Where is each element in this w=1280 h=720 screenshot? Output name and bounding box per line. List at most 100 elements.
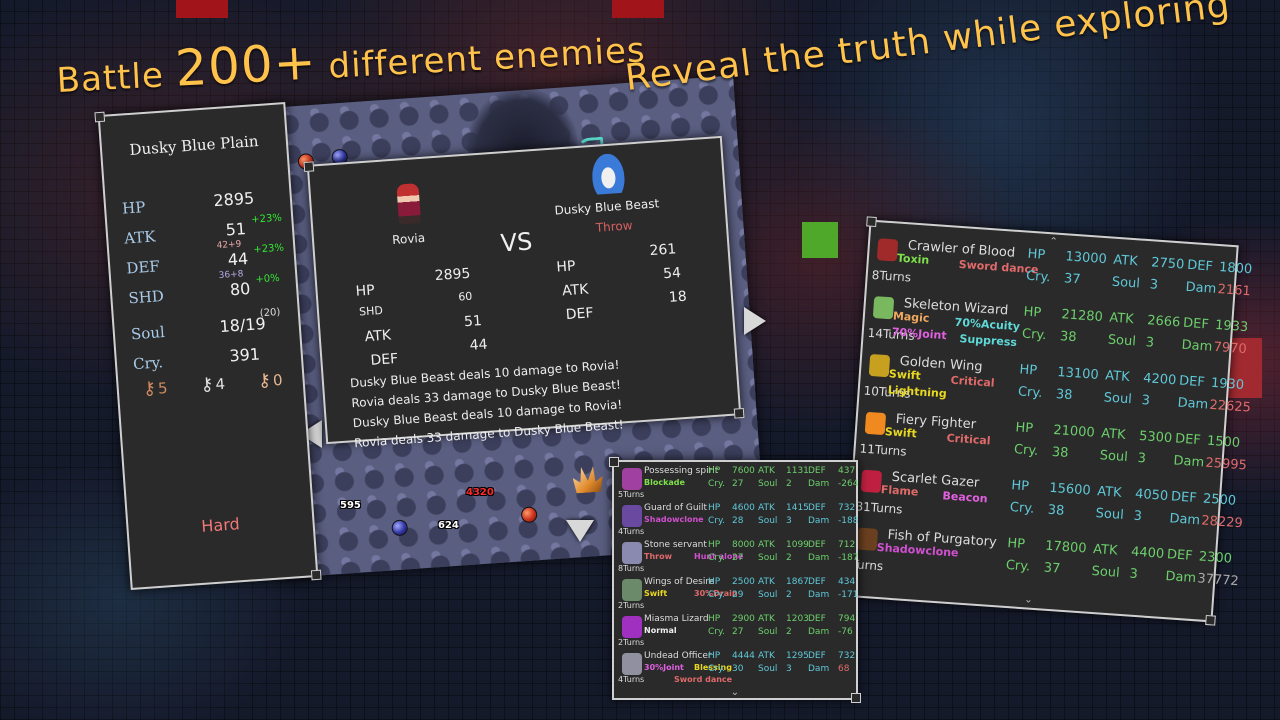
stat-label-hp: HP <box>1027 246 1046 263</box>
enemy-soul: 2 <box>786 553 792 563</box>
gold-key: ⚷ 0 <box>257 370 283 392</box>
stat-label-dam: Dam <box>808 627 830 637</box>
enemy-skill-tag: Throw <box>644 552 672 561</box>
scroll-down-icon[interactable]: ⌄ <box>1024 594 1033 606</box>
enemy-def: 2500 <box>1202 491 1237 509</box>
enemy-row[interactable]: Possessing spirit 5Turns Blockade HP 7600 ATK… <box>614 466 858 503</box>
enemy-icon <box>622 616 642 638</box>
enemy-skill-tag: Flame <box>880 483 919 499</box>
stat-label-hp: HP <box>708 651 721 661</box>
stat-label-hp: HP <box>1010 478 1030 495</box>
enemy-hp: 15600 <box>1048 480 1092 499</box>
enemy-soul: 2 <box>786 479 792 489</box>
enemy-skill-tag: Blockade <box>644 478 685 487</box>
enemy-turns: 4Turns <box>618 675 645 684</box>
stat-label-hp: HP <box>1014 420 1034 437</box>
enemy-skill-tag: Normal <box>644 626 677 635</box>
enemy-cry: 38 <box>1051 444 1069 461</box>
stat-value: 391 <box>228 344 261 366</box>
stat-label-atk: ATK <box>1096 484 1123 501</box>
nav-right-arrow-icon[interactable] <box>744 307 766 335</box>
enemy-def: 1500 <box>1206 433 1241 451</box>
stat-label-def: DEF <box>808 651 826 661</box>
green-block-decor <box>802 222 838 258</box>
stat-label-soul: Soul <box>758 627 778 637</box>
enemy-damage: 2161 <box>1217 282 1252 300</box>
stat-label-atk: ATK <box>1092 541 1118 559</box>
enemy-cry: 28 <box>732 516 744 526</box>
enemy-row[interactable]: Miasma Lizard 2Turns Normal HP 2900 ATK 1203 DE… <box>614 614 856 651</box>
stat-label-cry: Cry. <box>708 479 725 489</box>
stat-label: Soul <box>130 323 166 344</box>
stat-label-def: DEF <box>808 503 826 513</box>
enemy-atk: 1867 <box>786 577 809 587</box>
enemy-damage: -187 <box>838 553 859 563</box>
stat-label: DEF <box>125 257 161 278</box>
enemy-hp: 4600 <box>732 503 755 513</box>
enemy-def: 732 <box>838 503 856 513</box>
enemy-row[interactable]: Wings of Desire 2Turns Swift 30%Drain HP 2500… <box>614 577 859 614</box>
enemy-def: 794 <box>838 614 856 624</box>
enemy-damage: -171 <box>838 590 859 600</box>
enemy-cry: 27 <box>732 627 744 637</box>
enemy-cry: 37 <box>1063 271 1082 288</box>
red-block-decor <box>176 0 228 18</box>
enemy-damage-label: 595 <box>340 500 361 511</box>
stat-value: 2895 <box>212 188 255 211</box>
stat-bonus: +23% <box>253 242 285 256</box>
vs-label: VS <box>499 227 534 258</box>
red-orb-icon[interactable] <box>520 506 538 524</box>
enemy-icon <box>868 353 891 378</box>
enemy-soul: 3 <box>786 664 792 674</box>
enemy-atk: 2666 <box>1146 313 1181 331</box>
stat-label-def: DEF <box>808 540 826 550</box>
stat-label-dam: Dam <box>1173 453 1205 471</box>
enemy-skill-tag: Toxin <box>896 251 930 267</box>
enemy-def: 732 <box>838 651 856 661</box>
stat-label-def: DEF <box>1182 315 1210 333</box>
enemy-cry: 38 <box>1047 502 1065 519</box>
enemy-soul: 3 <box>1141 392 1151 409</box>
enemy-damage: 37772 <box>1196 571 1240 590</box>
enemy-turns: 2Turns <box>618 601 645 610</box>
stat-label-cry: Cry. <box>1017 384 1043 402</box>
stat-label-hp: HP <box>708 466 721 476</box>
stat-label-hp: HP <box>708 503 721 513</box>
enemy-turns: 2Turns <box>618 638 645 647</box>
enemy-hp-value: 261 <box>649 241 677 260</box>
enemy-atk: 4050 <box>1134 486 1169 505</box>
enemy-atk: 5300 <box>1138 428 1173 447</box>
enemy-atk-value: 54 <box>662 265 682 283</box>
enemy-damage: 28229 <box>1200 513 1244 532</box>
stat-label-hp: HP <box>1006 535 1026 553</box>
enemy-skill-tag: Suppress <box>959 332 1018 350</box>
enemy-row[interactable]: Stone servant 8Turns Throw Hunt alone HP 8000… <box>614 540 859 577</box>
player-stats-panel: Dusky Blue Plain HP 2895 ATK 51 +23% 42+… <box>97 102 319 590</box>
stat-label-cry: Cry. <box>708 553 725 563</box>
stat-label-soul: Soul <box>758 479 778 489</box>
enemy-name: Miasma Lizard <box>644 614 709 624</box>
nav-down-arrow-icon[interactable] <box>566 520 594 542</box>
enemy-icon <box>856 527 879 551</box>
enemy-soul: 3 <box>1145 335 1155 351</box>
scroll-up-icon[interactable]: ⌃ <box>1049 236 1058 248</box>
enemy-list-panel[interactable]: ⌃ Crawler of Blood 8Turns Toxin Sword dance… <box>843 219 1253 623</box>
stat-label-hp: HP <box>708 614 721 624</box>
stat-label-soul: Soul <box>1107 332 1137 350</box>
stat-label-cry: Cry. <box>1005 557 1031 575</box>
enemy-icon <box>622 653 642 675</box>
enemy-cry: 38 <box>1055 386 1073 404</box>
enemy-row[interactable]: Undead Officer 4Turns 30%Joint Blessing Swor… <box>614 651 856 688</box>
crystal-icon[interactable] <box>572 466 604 494</box>
enemy-hp: 4444 <box>732 651 755 661</box>
enemy-list-panel-small[interactable]: Possessing spirit 5Turns Blockade HP 7600 ATK… <box>609 457 861 703</box>
blue-orb-icon[interactable] <box>391 519 409 537</box>
silver-key: ⚷ 4 <box>200 374 226 396</box>
enemy-icon <box>860 469 883 493</box>
enemy-hp: 2900 <box>732 614 755 624</box>
enemy-icon <box>622 468 642 490</box>
scroll-down-icon[interactable]: ⌄ <box>731 687 739 698</box>
enemy-row[interactable]: Guard of Guilt 4Turns Shadowclone HP 4600 ATK… <box>614 503 858 540</box>
stat-label-dam: Dam <box>808 516 830 526</box>
enemy-hp: 7600 <box>732 466 755 476</box>
